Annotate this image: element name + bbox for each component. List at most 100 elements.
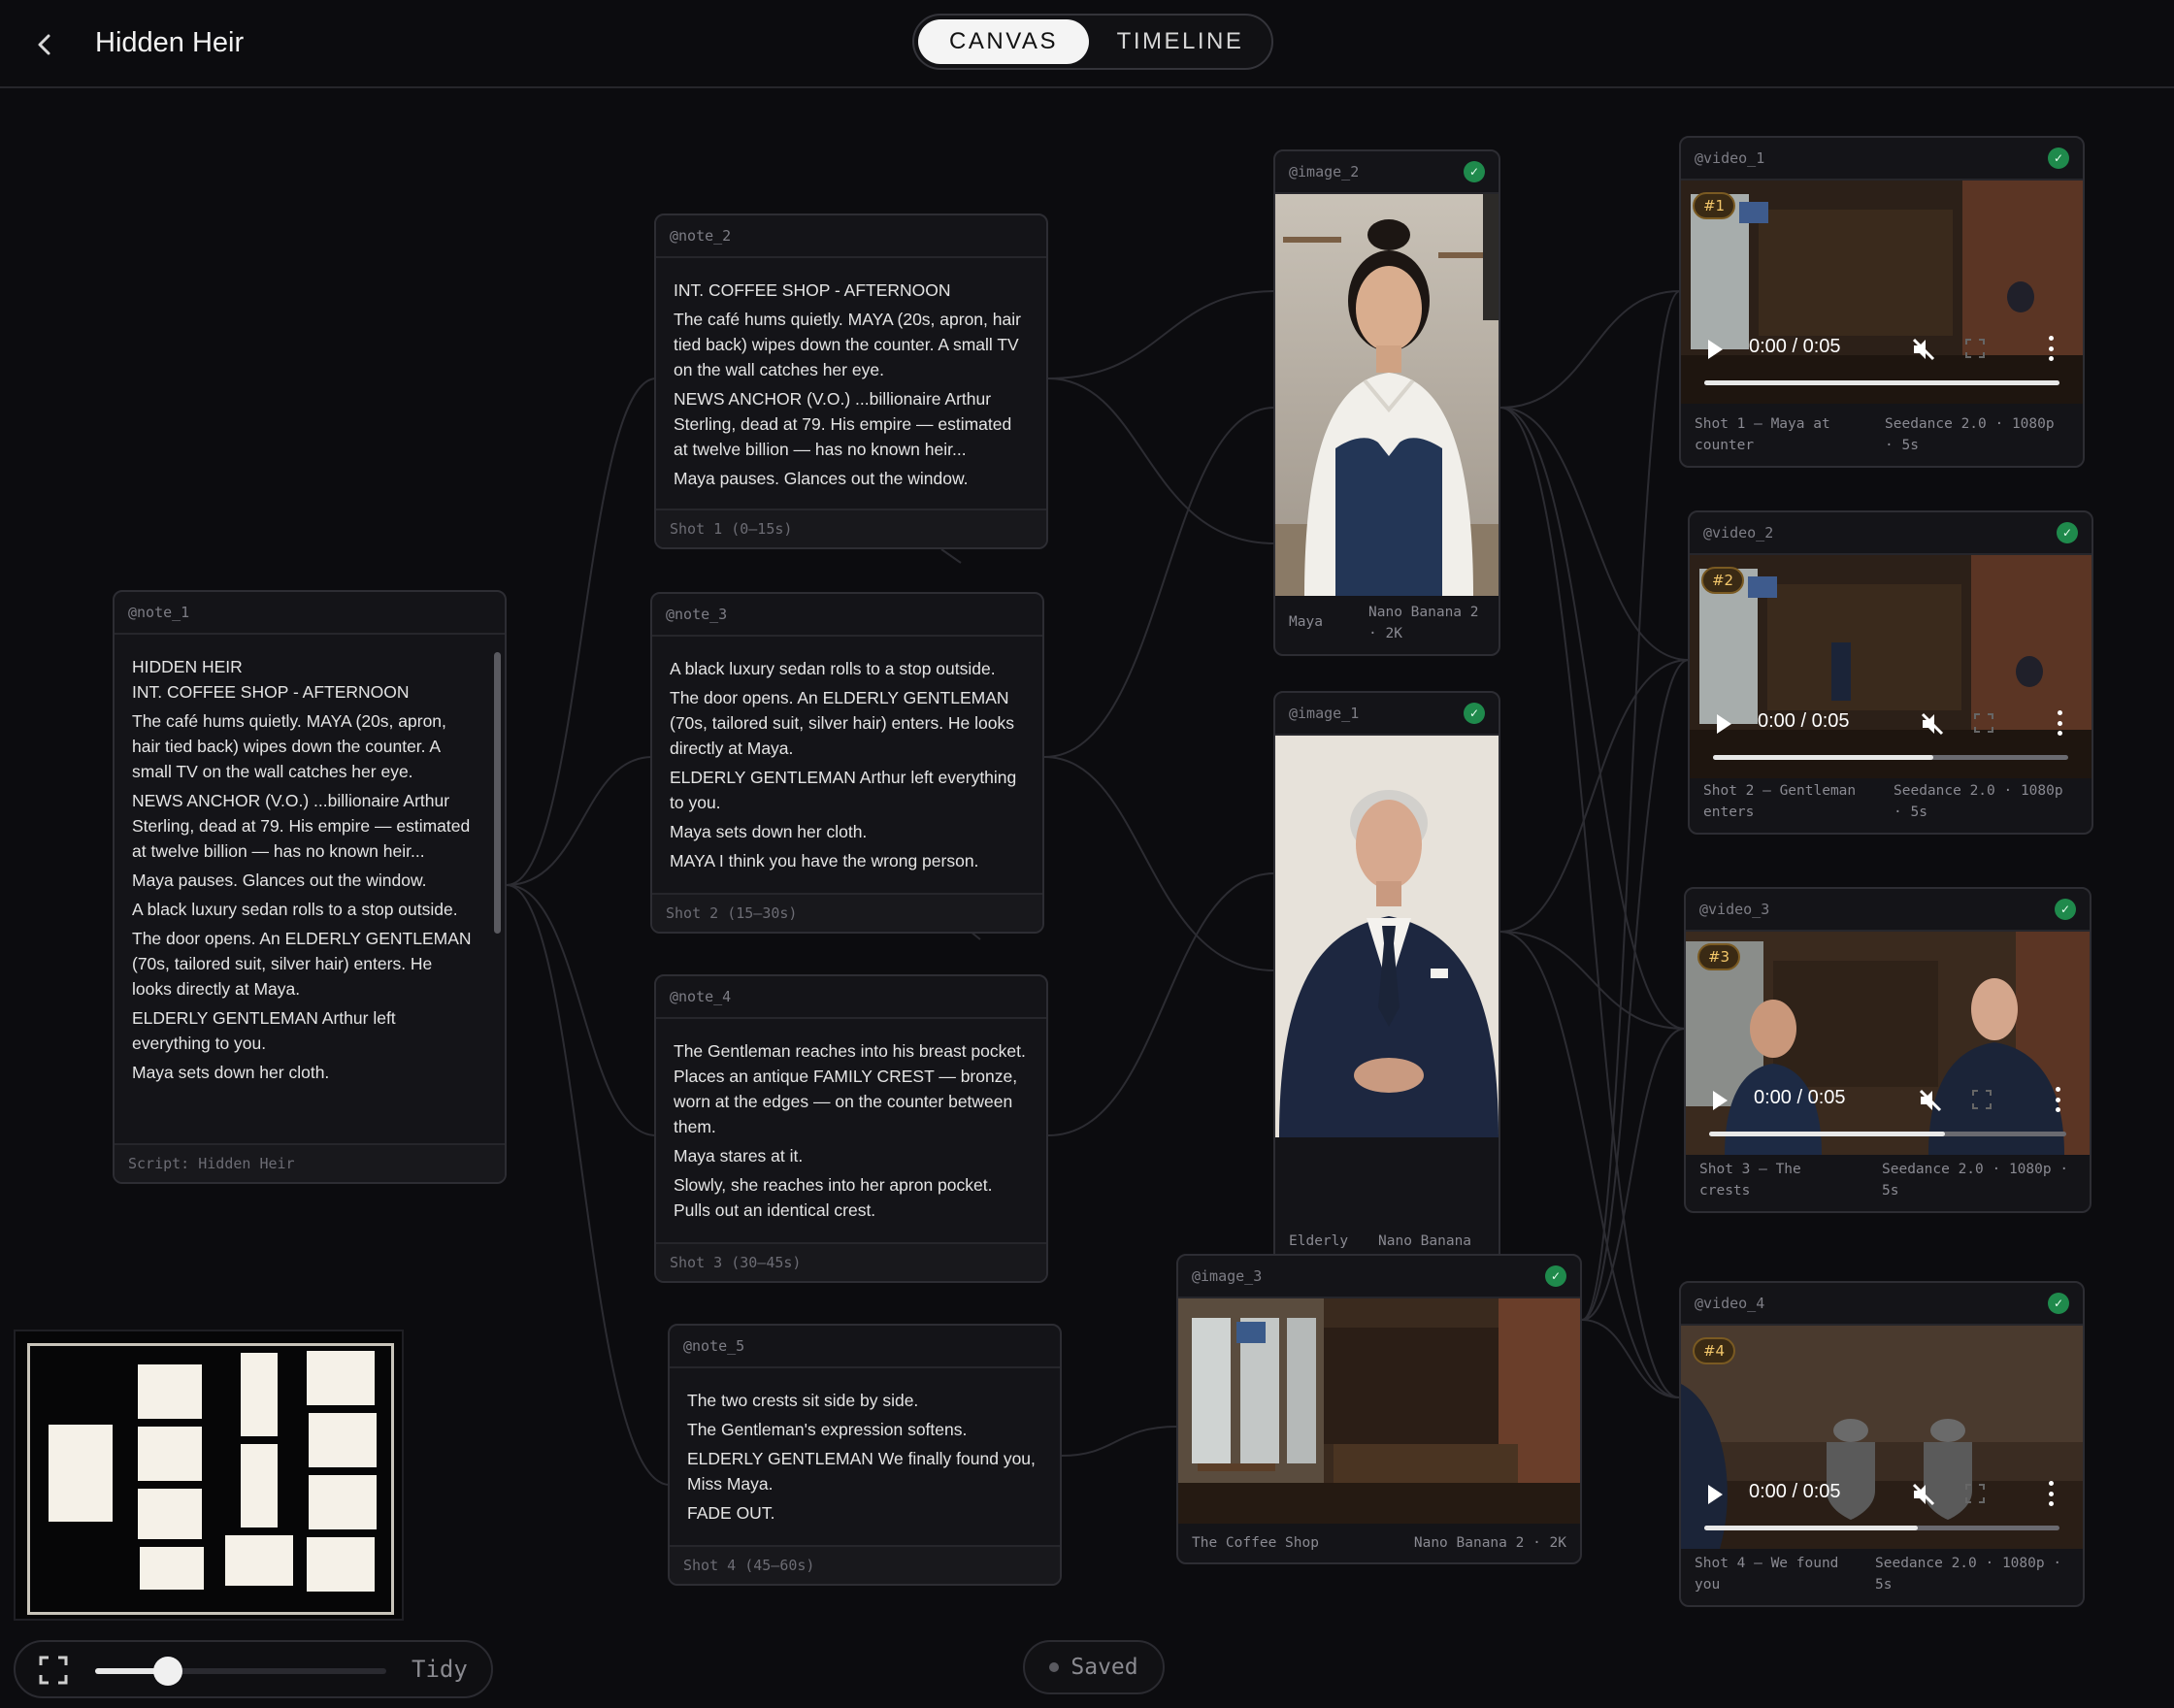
- play-icon[interactable]: [1717, 714, 1731, 734]
- shot-number-badge: #3: [1697, 943, 1740, 970]
- minimap-node: [49, 1425, 113, 1522]
- video-header: @video_1 ✓: [1681, 138, 2083, 181]
- more-options-icon[interactable]: [2048, 1481, 2054, 1506]
- more-options-icon[interactable]: [2048, 336, 2054, 361]
- progress-bar[interactable]: [1709, 1132, 2066, 1136]
- minimap-node: [138, 1364, 202, 1419]
- minimap-node: [138, 1489, 202, 1539]
- image-footer: The Coffee Shop Nano Banana 2 · 2K: [1192, 1535, 1566, 1551]
- video-header: @video_4 ✓: [1681, 1283, 2083, 1326]
- note-footer: Shot 3 (30–45s): [656, 1242, 1046, 1281]
- image-header: @image_1 ✓: [1275, 693, 1499, 736]
- video-card-3[interactable]: @video_3 ✓ #3 0:00 / 0:05 Shot 3 — The c…: [1684, 887, 2092, 1213]
- back-button[interactable]: [23, 23, 66, 66]
- video-card-1[interactable]: @video_1 ✓ #1 0:00 / 0:05 Shot 1 — Maya …: [1679, 136, 2085, 468]
- minimap-node: [241, 1353, 278, 1436]
- note-header: @note_4: [656, 976, 1046, 1019]
- check-icon: ✓: [2057, 522, 2078, 543]
- minimap-node: [307, 1351, 375, 1405]
- video-controls: 0:00 / 0:05: [1681, 326, 2083, 404]
- video-player[interactable]: #2 0:00 / 0:05: [1690, 555, 2092, 778]
- video-time: 0:00 / 0:05: [1749, 1481, 1841, 1502]
- check-icon: ✓: [2048, 148, 2069, 169]
- shot-number-badge: #1: [1693, 192, 1735, 219]
- shot-number-badge: #4: [1693, 1337, 1735, 1364]
- minimap[interactable]: [14, 1330, 404, 1621]
- more-options-icon[interactable]: [2055, 1087, 2060, 1112]
- shot-number-badge: #2: [1701, 567, 1744, 594]
- note-text: A black luxury sedan rolls to a stop out…: [670, 659, 1017, 870]
- check-icon: ✓: [1545, 1265, 1566, 1287]
- image-card-coffee-shop[interactable]: @image_3 ✓ The Coffee Shop Nano Banana 2…: [1176, 1254, 1582, 1564]
- zoom-slider[interactable]: [95, 1657, 386, 1686]
- scrollbar[interactable]: [493, 642, 501, 1139]
- zoom-slider-handle[interactable]: [153, 1657, 182, 1686]
- project-title: Hidden Heir: [95, 27, 245, 58]
- play-icon[interactable]: [1708, 1485, 1723, 1504]
- fit-view-icon[interactable]: [39, 1656, 68, 1685]
- image-header: @image_3 ✓: [1178, 1256, 1580, 1298]
- save-status-label: Saved: [1071, 1655, 1138, 1680]
- image-header: @image_2 ✓: [1275, 151, 1499, 194]
- fullscreen-icon[interactable]: [1964, 338, 1986, 359]
- play-icon[interactable]: [1713, 1091, 1728, 1110]
- mute-icon[interactable]: [1917, 1087, 1944, 1114]
- fullscreen-icon[interactable]: [1971, 1089, 1993, 1110]
- note-card-4[interactable]: @note_4 The Gentleman reaches into his b…: [654, 974, 1048, 1283]
- progress-bar[interactable]: [1704, 380, 2059, 385]
- note-text: INT. COFFEE SHOP - AFTERNOON The café hu…: [674, 280, 1021, 488]
- image-card-maya[interactable]: @image_2 ✓ Maya Nano Banana 2 · 2K: [1273, 149, 1500, 656]
- mute-icon[interactable]: [1919, 710, 1946, 738]
- tab-timeline[interactable]: TIMELINE: [1089, 19, 1271, 64]
- view-switch: CANVAS TIMELINE: [912, 14, 1273, 70]
- tidy-button[interactable]: Tidy: [412, 1656, 468, 1683]
- coffee-shop-scene: [1178, 1298, 1580, 1524]
- note-footer: Shot 1 (0–15s): [656, 509, 1046, 547]
- chevron-left-icon: [38, 34, 50, 55]
- video-header: @video_2 ✓: [1690, 512, 2092, 555]
- portrait-maya: [1275, 194, 1499, 596]
- video-player[interactable]: #1 0:00 / 0:05: [1681, 181, 2083, 404]
- progress-fill: [1704, 1526, 1918, 1530]
- progress-fill: [1704, 380, 2059, 385]
- video-time: 0:00 / 0:05: [1749, 336, 1841, 357]
- note-card-2[interactable]: @note_2 INT. COFFEE SHOP - AFTERNOON The…: [654, 214, 1048, 549]
- note-card-5[interactable]: @note_5 The two crests sit side by side.…: [668, 1324, 1062, 1586]
- fullscreen-icon[interactable]: [1973, 712, 1994, 734]
- scrollbar-thumb[interactable]: [494, 652, 501, 934]
- note-card-1[interactable]: @note_1 HIDDEN HEIR INT. COFFEE SHOP - A…: [113, 590, 507, 1184]
- mute-icon[interactable]: [1910, 336, 1937, 363]
- note-footer: Shot 2 (15–30s): [652, 893, 1042, 932]
- image-footer: Maya Nano Banana 2 · 2K: [1289, 605, 1479, 641]
- progress-bar[interactable]: [1704, 1526, 2059, 1530]
- note-card-3[interactable]: @note_3 A black luxury sedan rolls to a …: [650, 592, 1044, 934]
- video-player[interactable]: #4 0:00 / 0:05: [1681, 1326, 2083, 1549]
- video-controls: 0:00 / 0:05: [1681, 1471, 2083, 1549]
- video-player[interactable]: #3 0:00 / 0:05: [1686, 932, 2090, 1155]
- save-status: Saved: [1023, 1640, 1165, 1694]
- video-card-4[interactable]: @video_4 ✓ #4 0:00 / 0:05 Shot 4 — We fo…: [1679, 1281, 2085, 1607]
- progress-fill: [1709, 1132, 1945, 1136]
- note-header: @note_3: [652, 594, 1042, 637]
- image-preview: [1275, 194, 1499, 596]
- more-options-icon[interactable]: [2057, 710, 2062, 736]
- image-card-gentleman[interactable]: @image_1 ✓ Elderly Gentleman Nano Banana…: [1273, 691, 1500, 1285]
- image-preview: [1275, 736, 1499, 1137]
- video-footer: Shot 3 — The crests Seedance 2.0 · 1080p…: [1699, 1162, 2069, 1199]
- check-icon: ✓: [1464, 703, 1485, 724]
- play-icon[interactable]: [1708, 340, 1723, 359]
- video-card-2[interactable]: @video_2 ✓ #2 0:00 / 0:05 Shot 2 — Gentl…: [1688, 510, 2093, 835]
- minimap-node: [309, 1413, 377, 1467]
- fullscreen-icon[interactable]: [1964, 1483, 1986, 1504]
- note-text: HIDDEN HEIR INT. COFFEE SHOP - AFTERNOON…: [132, 657, 472, 1082]
- check-icon: ✓: [2048, 1293, 2069, 1314]
- video-header: @video_3 ✓: [1686, 889, 2090, 932]
- check-icon: ✓: [1464, 161, 1485, 182]
- tab-canvas[interactable]: CANVAS: [918, 19, 1089, 64]
- note-text: The Gentleman reaches into his breast po…: [674, 1041, 1026, 1220]
- progress-bar[interactable]: [1713, 755, 2068, 760]
- check-icon: ✓: [2055, 899, 2076, 920]
- mute-icon[interactable]: [1910, 1481, 1937, 1508]
- video-footer: Shot 1 — Maya at counter Seedance 2.0 · …: [1695, 416, 2055, 453]
- note-header: @note_2: [656, 215, 1046, 258]
